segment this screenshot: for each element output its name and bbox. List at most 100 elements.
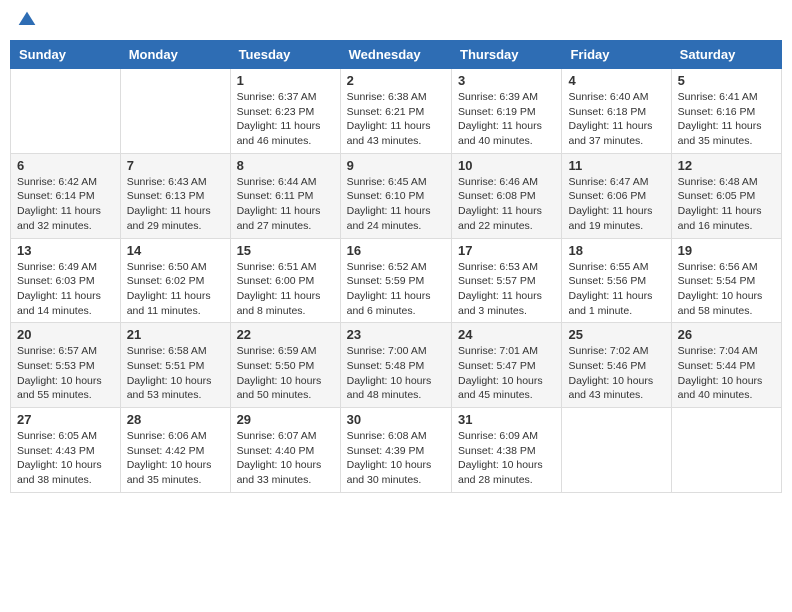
cell-content: Sunrise: 6:39 AM Sunset: 6:19 PM Dayligh… [458, 90, 555, 149]
calendar-header-row: SundayMondayTuesdayWednesdayThursdayFrid… [11, 41, 782, 69]
day-of-week-header: Friday [562, 41, 671, 69]
cell-content: Sunrise: 6:43 AM Sunset: 6:13 PM Dayligh… [127, 175, 224, 234]
cell-content: Sunrise: 6:55 AM Sunset: 5:56 PM Dayligh… [568, 260, 664, 319]
day-number: 25 [568, 327, 664, 342]
cell-content: Sunrise: 6:48 AM Sunset: 6:05 PM Dayligh… [678, 175, 775, 234]
calendar-cell: 28 Sunrise: 6:06 AM Sunset: 4:42 PM Dayli… [120, 408, 230, 493]
day-number: 2 [347, 73, 445, 88]
day-number: 13 [17, 243, 114, 258]
day-of-week-header: Sunday [11, 41, 121, 69]
day-number: 22 [237, 327, 334, 342]
day-number: 28 [127, 412, 224, 427]
day-number: 17 [458, 243, 555, 258]
calendar-cell: 13 Sunrise: 6:49 AM Sunset: 6:03 PM Dayli… [11, 238, 121, 323]
calendar-cell: 20Sunrise: 6:57 AM Sunset: 5:53 PM Dayli… [11, 323, 121, 408]
day-number: 14 [127, 243, 224, 258]
day-of-week-header: Wednesday [340, 41, 451, 69]
calendar-cell: 27 Sunrise: 6:05 AM Sunset: 4:43 PM Dayli… [11, 408, 121, 493]
calendar-cell: 31 Sunrise: 6:09 AM Sunset: 4:38 PM Dayli… [452, 408, 562, 493]
calendar-cell: 5 Sunrise: 6:41 AM Sunset: 6:16 PM Daylig… [671, 69, 781, 154]
day-number: 16 [347, 243, 445, 258]
day-number: 5 [678, 73, 775, 88]
calendar-cell [120, 69, 230, 154]
calendar-cell: 23 Sunrise: 7:00 AM Sunset: 5:48 PM Dayli… [340, 323, 451, 408]
day-number: 9 [347, 158, 445, 173]
calendar-cell: 19 Sunrise: 6:56 AM Sunset: 5:54 PM Dayli… [671, 238, 781, 323]
cell-content: Sunrise: 6:41 AM Sunset: 6:16 PM Dayligh… [678, 90, 775, 149]
calendar-cell: 1Sunrise: 6:37 AM Sunset: 6:23 PM Daylig… [230, 69, 340, 154]
cell-content: Sunrise: 6:06 AM Sunset: 4:42 PM Dayligh… [127, 429, 224, 488]
calendar-table: SundayMondayTuesdayWednesdayThursdayFrid… [10, 40, 782, 493]
calendar-cell: 12 Sunrise: 6:48 AM Sunset: 6:05 PM Dayli… [671, 153, 781, 238]
page-header [10, 10, 782, 30]
day-number: 24 [458, 327, 555, 342]
calendar-cell: 25 Sunrise: 7:02 AM Sunset: 5:46 PM Dayli… [562, 323, 671, 408]
cell-content: Sunrise: 6:45 AM Sunset: 6:10 PM Dayligh… [347, 175, 445, 234]
cell-content: Sunrise: 7:02 AM Sunset: 5:46 PM Dayligh… [568, 344, 664, 403]
cell-content: Sunrise: 6:05 AM Sunset: 4:43 PM Dayligh… [17, 429, 114, 488]
day-number: 15 [237, 243, 334, 258]
calendar-cell: 30 Sunrise: 6:08 AM Sunset: 4:39 PM Dayli… [340, 408, 451, 493]
cell-content: Sunrise: 6:56 AM Sunset: 5:54 PM Dayligh… [678, 260, 775, 319]
day-number: 26 [678, 327, 775, 342]
day-number: 10 [458, 158, 555, 173]
cell-content: Sunrise: 6:50 AM Sunset: 6:02 PM Dayligh… [127, 260, 224, 319]
day-number: 30 [347, 412, 445, 427]
day-number: 3 [458, 73, 555, 88]
day-number: 21 [127, 327, 224, 342]
calendar-cell: 14 Sunrise: 6:50 AM Sunset: 6:02 PM Dayli… [120, 238, 230, 323]
day-number: 6 [17, 158, 114, 173]
cell-content: Sunrise: 6:59 AM Sunset: 5:50 PM Dayligh… [237, 344, 334, 403]
day-of-week-header: Thursday [452, 41, 562, 69]
calendar-cell: 16Sunrise: 6:52 AM Sunset: 5:59 PM Dayli… [340, 238, 451, 323]
day-number: 27 [17, 412, 114, 427]
calendar-cell [671, 408, 781, 493]
calendar-cell: 11Sunrise: 6:47 AM Sunset: 6:06 PM Dayli… [562, 153, 671, 238]
cell-content: Sunrise: 6:37 AM Sunset: 6:23 PM Dayligh… [237, 90, 334, 149]
cell-content: Sunrise: 7:00 AM Sunset: 5:48 PM Dayligh… [347, 344, 445, 403]
calendar-cell: 7 Sunrise: 6:43 AM Sunset: 6:13 PM Daylig… [120, 153, 230, 238]
cell-content: Sunrise: 6:38 AM Sunset: 6:21 PM Dayligh… [347, 90, 445, 149]
calendar-cell: 4 Sunrise: 6:40 AM Sunset: 6:18 PM Daylig… [562, 69, 671, 154]
cell-content: Sunrise: 6:58 AM Sunset: 5:51 PM Dayligh… [127, 344, 224, 403]
logo-icon [17, 10, 37, 30]
cell-content: Sunrise: 6:40 AM Sunset: 6:18 PM Dayligh… [568, 90, 664, 149]
day-number: 11 [568, 158, 664, 173]
cell-content: Sunrise: 6:08 AM Sunset: 4:39 PM Dayligh… [347, 429, 445, 488]
calendar-cell: 26Sunrise: 7:04 AM Sunset: 5:44 PM Dayli… [671, 323, 781, 408]
calendar-cell: 17 Sunrise: 6:53 AM Sunset: 5:57 PM Dayli… [452, 238, 562, 323]
day-number: 29 [237, 412, 334, 427]
day-number: 12 [678, 158, 775, 173]
calendar-week-row: 20Sunrise: 6:57 AM Sunset: 5:53 PM Dayli… [11, 323, 782, 408]
day-number: 23 [347, 327, 445, 342]
calendar-cell: 2 Sunrise: 6:38 AM Sunset: 6:21 PM Daylig… [340, 69, 451, 154]
calendar-week-row: 6 Sunrise: 6:42 AM Sunset: 6:14 PM Daylig… [11, 153, 782, 238]
day-number: 31 [458, 412, 555, 427]
calendar-cell: 18Sunrise: 6:55 AM Sunset: 5:56 PM Dayli… [562, 238, 671, 323]
cell-content: Sunrise: 6:42 AM Sunset: 6:14 PM Dayligh… [17, 175, 114, 234]
cell-content: Sunrise: 6:07 AM Sunset: 4:40 PM Dayligh… [237, 429, 334, 488]
day-of-week-header: Saturday [671, 41, 781, 69]
calendar-cell: 9 Sunrise: 6:45 AM Sunset: 6:10 PM Daylig… [340, 153, 451, 238]
day-number: 19 [678, 243, 775, 258]
calendar-cell: 10Sunrise: 6:46 AM Sunset: 6:08 PM Dayli… [452, 153, 562, 238]
cell-content: Sunrise: 6:53 AM Sunset: 5:57 PM Dayligh… [458, 260, 555, 319]
calendar-week-row: 1Sunrise: 6:37 AM Sunset: 6:23 PM Daylig… [11, 69, 782, 154]
calendar-cell: 29 Sunrise: 6:07 AM Sunset: 4:40 PM Dayli… [230, 408, 340, 493]
day-of-week-header: Monday [120, 41, 230, 69]
cell-content: Sunrise: 6:09 AM Sunset: 4:38 PM Dayligh… [458, 429, 555, 488]
cell-content: Sunrise: 6:49 AM Sunset: 6:03 PM Dayligh… [17, 260, 114, 319]
cell-content: Sunrise: 7:01 AM Sunset: 5:47 PM Dayligh… [458, 344, 555, 403]
calendar-cell: 22 Sunrise: 6:59 AM Sunset: 5:50 PM Dayli… [230, 323, 340, 408]
cell-content: Sunrise: 6:44 AM Sunset: 6:11 PM Dayligh… [237, 175, 334, 234]
calendar-cell [11, 69, 121, 154]
cell-content: Sunrise: 6:51 AM Sunset: 6:00 PM Dayligh… [237, 260, 334, 319]
calendar-cell: 8Sunrise: 6:44 AM Sunset: 6:11 PM Daylig… [230, 153, 340, 238]
calendar-cell: 21 Sunrise: 6:58 AM Sunset: 5:51 PM Dayli… [120, 323, 230, 408]
cell-content: Sunrise: 6:57 AM Sunset: 5:53 PM Dayligh… [17, 344, 114, 403]
calendar-week-row: 27 Sunrise: 6:05 AM Sunset: 4:43 PM Dayli… [11, 408, 782, 493]
day-of-week-header: Tuesday [230, 41, 340, 69]
calendar-cell: 24 Sunrise: 7:01 AM Sunset: 5:47 PM Dayli… [452, 323, 562, 408]
day-number: 7 [127, 158, 224, 173]
day-number: 4 [568, 73, 664, 88]
